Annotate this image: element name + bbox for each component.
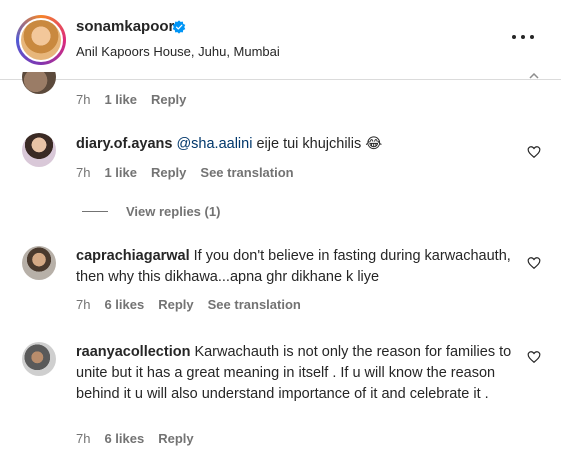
more-options-icon[interactable] (512, 34, 536, 42)
heart-outline-icon[interactable] (527, 350, 541, 364)
scroll-up-arrow-icon[interactable] (529, 73, 539, 79)
comment-meta: 7h 1 like Reply (76, 92, 200, 107)
verified-badge-icon (172, 20, 186, 34)
heart-outline-icon[interactable] (527, 256, 541, 270)
comment-text: eije tui khujchilis 😂 (252, 136, 383, 152)
comment-likes[interactable]: 6 likes (104, 431, 144, 446)
comment-avatar[interactable] (22, 72, 56, 94)
comment-time[interactable]: 7h (76, 92, 90, 107)
comment-time[interactable]: 7h (76, 297, 90, 312)
reply-button[interactable]: Reply (158, 431, 193, 446)
comment-username[interactable]: diary.of.ayans (76, 136, 172, 152)
reply-button[interactable]: Reply (151, 92, 186, 107)
reply-button[interactable]: Reply (151, 165, 186, 180)
replies-divider-line (82, 211, 108, 212)
see-translation-button[interactable]: See translation (208, 297, 301, 312)
comment-avatar[interactable] (22, 246, 56, 280)
reply-button[interactable]: Reply (158, 297, 193, 312)
post-location[interactable]: Anil Kapoors House, Juhu, Mumbai (76, 44, 280, 59)
comment-username[interactable]: caprachiagarwal (76, 248, 190, 264)
comment-avatar[interactable] (22, 133, 56, 167)
comment-likes[interactable]: 6 likes (104, 297, 144, 312)
comment-body: caprachiagarwal If you don't believe in f… (76, 246, 516, 288)
comment-meta: 7h 1 like Reply See translation (76, 165, 308, 180)
comment-likes[interactable]: 1 like (104, 165, 137, 180)
comment-meta: 7h 6 likes Reply See translation (76, 297, 315, 312)
view-replies-button[interactable]: View replies (1) (82, 204, 220, 219)
comment-username[interactable]: raanyacollection (76, 344, 190, 360)
heart-outline-icon[interactable] (527, 145, 541, 159)
comment-time[interactable]: 7h (76, 165, 90, 180)
comment-likes[interactable]: 1 like (104, 92, 137, 107)
post-header: sonamkapoor Anil Kapoors House, Juhu, Mu… (0, 0, 561, 80)
comment-mention[interactable]: @sha.aalini (176, 136, 252, 152)
see-translation-button[interactable]: See translation (200, 165, 293, 180)
comment-time[interactable]: 7h (76, 431, 90, 446)
view-replies-label[interactable]: View replies (1) (126, 204, 220, 219)
comment-body: raanyacollection Karwachauth is not only … (76, 342, 516, 405)
profile-avatar-ring[interactable] (16, 15, 66, 65)
comment-avatar[interactable] (22, 342, 56, 376)
comment-body: diary.of.ayans @sha.aalini eije tui khujc… (76, 134, 516, 155)
comment-meta: 7h 6 likes Reply (76, 431, 208, 446)
profile-avatar[interactable] (19, 18, 63, 62)
post-author-username[interactable]: sonamkapoor (76, 18, 174, 35)
